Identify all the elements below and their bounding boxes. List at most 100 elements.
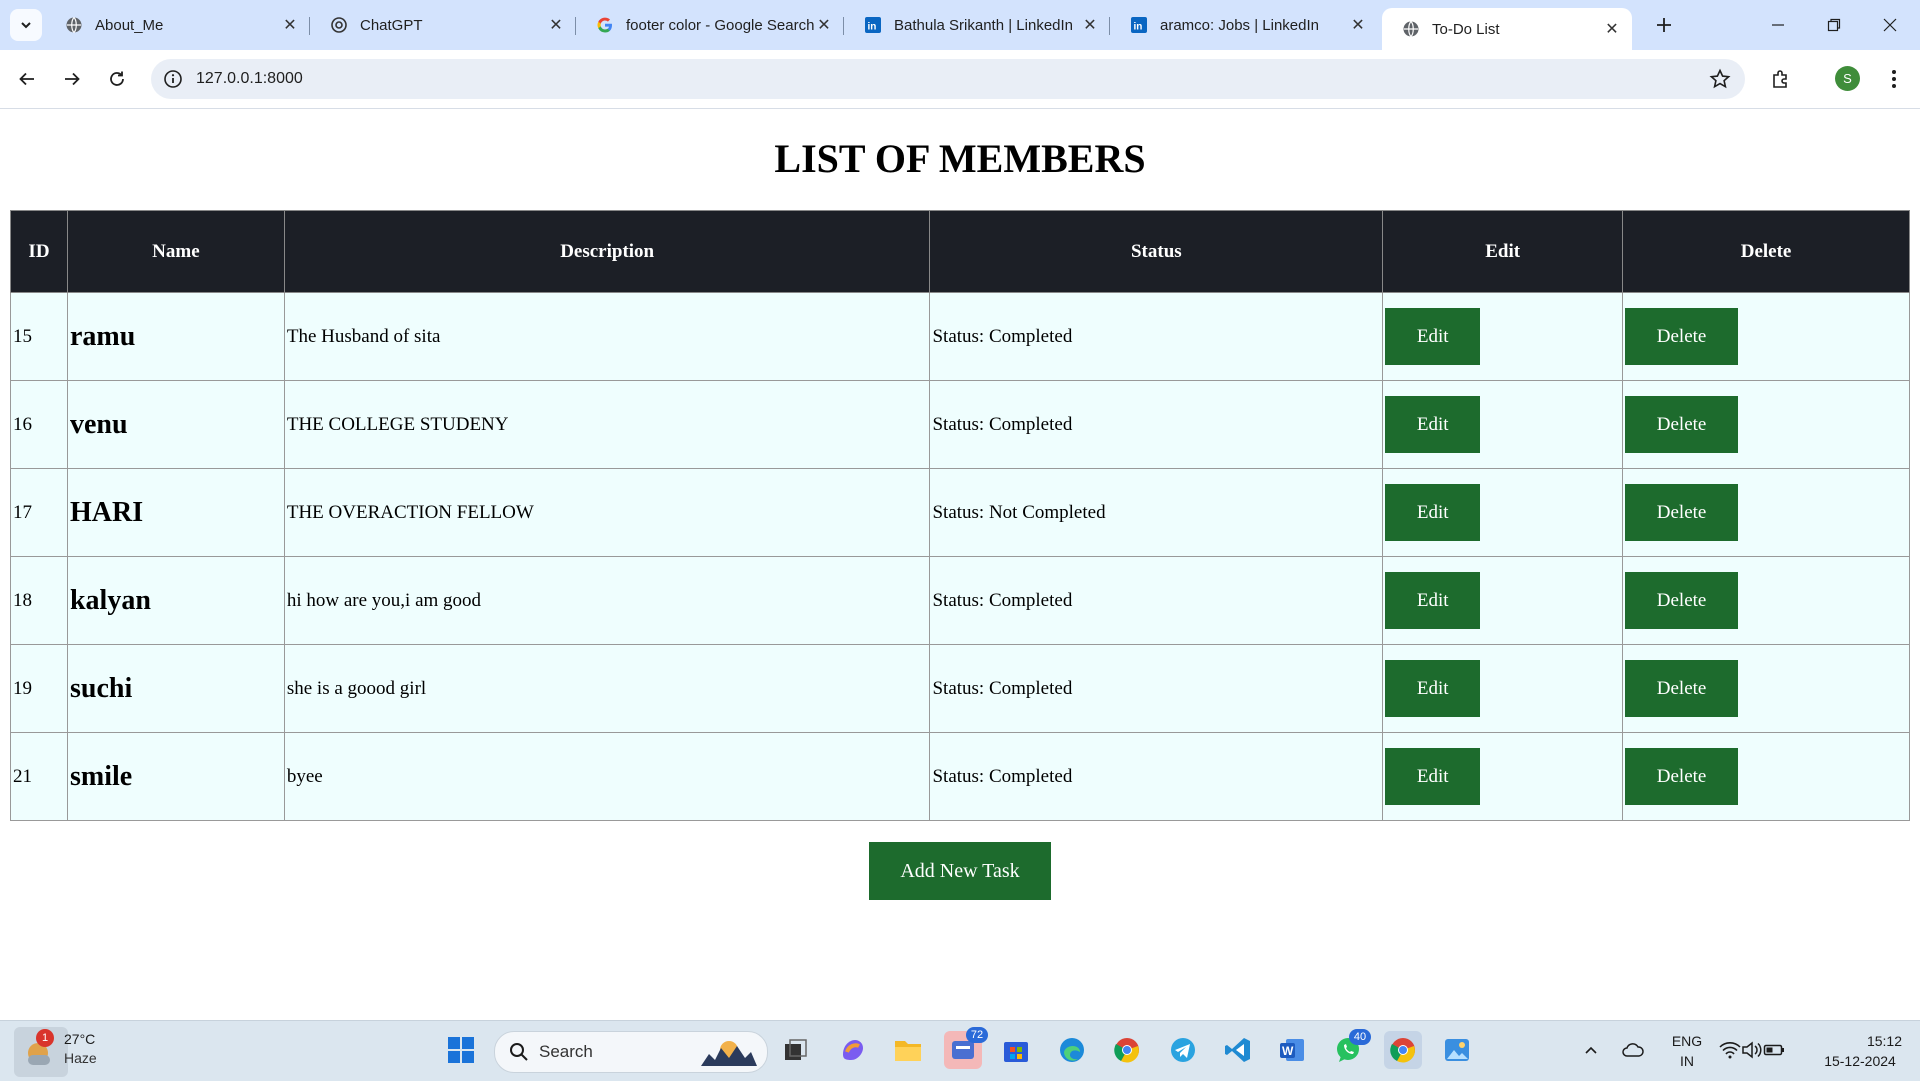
info-icon[interactable] [163, 69, 183, 94]
taskbar: 1 27°C Haze Search 72 W 40 ENG IN 15:12 … [0, 1020, 1920, 1081]
address-bar[interactable]: 127.0.0.1:8000 [151, 59, 1745, 99]
clock[interactable]: 15:12 15-12-2024 [1812, 1031, 1908, 1071]
close-icon[interactable]: ✕ [1080, 15, 1100, 35]
telegram-button[interactable] [1166, 1033, 1200, 1067]
close-icon [1883, 18, 1897, 32]
vscode-button[interactable] [1221, 1033, 1255, 1067]
close-icon[interactable]: ✕ [546, 15, 566, 35]
tab-search-button[interactable] [10, 9, 42, 41]
store-button[interactable] [999, 1033, 1033, 1067]
cell-id: 15 [10, 292, 68, 381]
add-new-task-button[interactable]: Add New Task [869, 842, 1051, 900]
cell-edit: Edit [1382, 468, 1624, 557]
restore-icon [1827, 18, 1841, 32]
tab-title: Bathula Srikanth | LinkedIn [894, 16, 1074, 34]
cell-edit: Edit [1382, 556, 1624, 645]
copilot-button[interactable] [836, 1033, 870, 1067]
cell-id: 19 [10, 644, 68, 733]
weather-badge: 1 [36, 1029, 54, 1047]
file-explorer-button[interactable] [891, 1033, 925, 1067]
start-button[interactable] [444, 1033, 478, 1067]
delete-button[interactable]: Delete [1625, 308, 1739, 365]
minimize-icon [1772, 24, 1784, 26]
cell-status: Status: Completed [929, 644, 1384, 733]
extensions-button[interactable] [1765, 63, 1797, 95]
table-header-row: ID Name Description Status Edit Delete [10, 210, 1910, 293]
weather-description: Haze [64, 1050, 97, 1066]
delete-button[interactable]: Delete [1625, 396, 1739, 453]
edit-button[interactable]: Edit [1385, 308, 1481, 365]
cell-status: Status: Completed [929, 556, 1384, 645]
restore-button[interactable] [1814, 8, 1854, 42]
close-icon[interactable]: ✕ [280, 15, 300, 35]
taskbar-search[interactable]: Search [494, 1031, 768, 1073]
teams-badge: 72 [966, 1027, 988, 1043]
edit-button[interactable]: Edit [1385, 748, 1481, 805]
column-header-delete: Delete [1622, 210, 1910, 293]
volume-icon [1742, 1041, 1762, 1059]
profile-avatar[interactable]: S [1835, 66, 1860, 91]
cell-id: 21 [10, 732, 68, 821]
url-text[interactable]: 127.0.0.1:8000 [196, 70, 303, 88]
page-content: LIST OF MEMBERS ID Name Description Stat… [0, 109, 1920, 1020]
close-icon[interactable]: ✕ [1602, 19, 1622, 39]
tab-todo-list[interactable]: To-Do List ✕ [1382, 8, 1632, 50]
minimize-button[interactable] [1758, 8, 1798, 42]
star-icon[interactable] [1709, 68, 1731, 95]
back-button[interactable] [11, 63, 43, 95]
quick-settings-button[interactable] [1712, 1033, 1792, 1067]
chrome-button[interactable] [1110, 1033, 1144, 1067]
chatgpt-icon [330, 16, 348, 34]
whatsapp-badge: 40 [1349, 1029, 1371, 1045]
show-hidden-icons-button[interactable] [1574, 1033, 1608, 1067]
tab-about-me[interactable]: About_Me ✕ [45, 8, 310, 42]
task-view-button[interactable] [778, 1033, 812, 1067]
close-icon[interactable]: ✕ [814, 15, 834, 35]
cell-name: suchi [66, 644, 285, 733]
tab-chatgpt[interactable]: ChatGPT ✕ [310, 8, 576, 42]
cell-status: Status: Not Completed [929, 468, 1384, 557]
linkedin-icon: in [864, 16, 882, 34]
tab-title: About_Me [95, 16, 164, 34]
tab-title: footer color - Google Search [626, 16, 814, 34]
edge-button[interactable] [1055, 1033, 1089, 1067]
delete-button[interactable]: Delete [1625, 484, 1739, 541]
menu-button[interactable] [1878, 63, 1910, 95]
vscode-icon [1225, 1038, 1250, 1062]
chrome-active-button[interactable] [1384, 1031, 1422, 1069]
more-vertical-icon [1892, 70, 1896, 88]
edit-button[interactable]: Edit [1385, 660, 1481, 717]
reload-button[interactable] [101, 63, 133, 95]
cell-id: 16 [10, 380, 68, 469]
delete-button[interactable]: Delete [1625, 748, 1739, 805]
teams-button[interactable]: 72 [944, 1027, 988, 1069]
photos-button[interactable] [1440, 1033, 1474, 1067]
cell-description: byee [283, 732, 931, 821]
edit-button[interactable]: Edit [1385, 484, 1481, 541]
new-tab-button[interactable] [1644, 8, 1684, 42]
tab-linkedin-profile[interactable]: in Bathula Srikanth | LinkedIn ✕ [844, 8, 1110, 42]
cell-description: she is a goood girl [283, 644, 931, 733]
delete-button[interactable]: Delete [1625, 660, 1739, 717]
edit-button[interactable]: Edit [1385, 572, 1481, 629]
task-view-icon [785, 1039, 807, 1060]
cell-delete: Delete [1622, 292, 1910, 381]
battery-icon [1763, 1044, 1784, 1056]
table-row: 21 smile byee Status: Completed Edit Del… [10, 732, 1910, 821]
edge-icon [1060, 1038, 1084, 1062]
telegram-icon [1171, 1038, 1195, 1062]
plus-icon [1657, 18, 1671, 32]
forward-button[interactable] [56, 63, 88, 95]
word-button[interactable]: W [1275, 1033, 1309, 1067]
onedrive-button[interactable] [1616, 1033, 1650, 1067]
cell-status: Status: Completed [929, 380, 1384, 469]
tab-linkedin-jobs[interactable]: in aramco: Jobs | LinkedIn ✕ [1110, 8, 1378, 42]
whatsapp-button[interactable]: 40 [1331, 1029, 1371, 1067]
edit-button[interactable]: Edit [1385, 396, 1481, 453]
tab-google-search[interactable]: footer color - Google Search ✕ [576, 8, 844, 42]
column-header-name: Name [66, 210, 285, 293]
close-window-button[interactable] [1870, 8, 1910, 42]
close-icon[interactable]: ✕ [1348, 15, 1368, 35]
delete-button[interactable]: Delete [1625, 572, 1739, 629]
language-indicator[interactable]: ENG IN [1666, 1031, 1708, 1071]
